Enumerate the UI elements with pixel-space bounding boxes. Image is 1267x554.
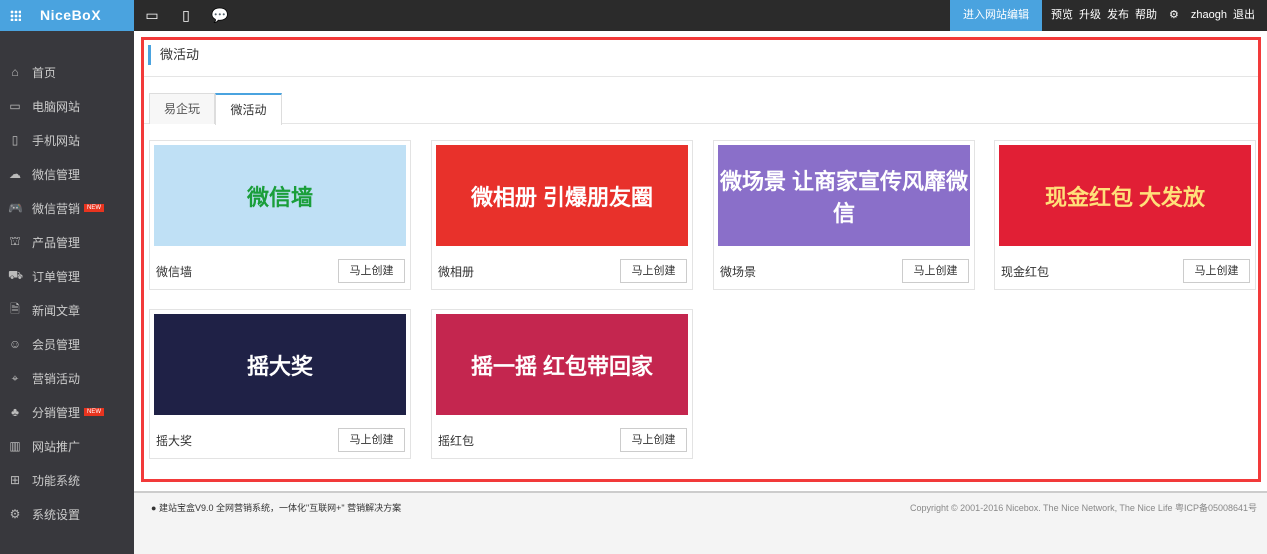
username[interactable]: zhaogh: [1191, 0, 1227, 31]
sidebar-item-icon: 🎮: [8, 201, 23, 215]
publish-link[interactable]: 发布: [1107, 0, 1129, 31]
divider: [144, 76, 1258, 77]
activity-banner[interactable]: 现金红包 大发放: [999, 145, 1251, 246]
sidebar-item-icon: ⛫: [9, 234, 21, 248]
activity-card: 微场景 让商家宣传风靡微信 微场景 马上创建: [713, 140, 975, 290]
sidebar-item[interactable]: ▯ 手机网站: [0, 126, 134, 154]
sidebar-item-icon: 🗎: [10, 301, 20, 316]
banner-title: 微场景 让商家宣传风靡微信: [719, 168, 969, 226]
copyright: Copyright © 2001-2016 Nicebox. The Nice …: [910, 503, 1257, 513]
activity-name: 摇大奖: [156, 434, 193, 448]
brand-name: NiceBoX: [40, 7, 102, 23]
banner-title: 摇大奖: [246, 353, 313, 379]
gear-icon[interactable]: ⚙: [1169, 0, 1179, 31]
top-bar: NiceBoX ▭ ▯ 💬 进入网站编辑 预览 升级 发布 帮助 ⚙ zhaog…: [0, 0, 1267, 31]
banner-title: 微信墙: [246, 184, 313, 210]
activity-banner[interactable]: 摇一摇 红包带回家: [436, 314, 688, 415]
sidebar-item-icon: ▥: [9, 439, 21, 453]
sidebar-item[interactable]: ⌂ 首页: [0, 58, 134, 86]
sidebar-item-icon: ⚙: [9, 507, 21, 521]
sidebar-item[interactable]: 🗎 新闻文章: [0, 296, 134, 324]
sidebar-item[interactable]: ⚙ 系统设置: [0, 500, 134, 528]
activity-banner[interactable]: 微场景 让商家宣传风靡微信: [718, 145, 970, 246]
sidebar-item-icon: ⌂: [11, 65, 19, 79]
page-title: 微活动: [148, 45, 199, 65]
sidebar-item[interactable]: ⌖ 营销活动: [0, 364, 134, 392]
sidebar-item-label: 产品管理: [32, 235, 81, 250]
sidebar-item-icon: ⌖: [11, 370, 19, 385]
create-now-button[interactable]: 马上创建: [338, 259, 405, 283]
sidebar-item-icon: ▯: [11, 133, 19, 147]
activity-card: 微信墙 微信墙 马上创建: [149, 140, 411, 290]
sidebar-item-label: 分销管理: [32, 405, 81, 420]
apps-grid-icon[interactable]: [10, 10, 21, 21]
sidebar-item-label: 首页: [32, 65, 57, 80]
sidebar-item[interactable]: ⊞ 功能系统: [0, 466, 134, 494]
sidebar-item-icon: ⊞: [9, 473, 21, 487]
sidebar-item-label: 营销活动: [32, 371, 81, 386]
create-now-button[interactable]: 马上创建: [620, 428, 687, 452]
sidebar-item-label: 微信营销: [32, 201, 81, 216]
activity-banner[interactable]: 摇大奖: [154, 314, 406, 415]
activity-name: 微信墙: [156, 265, 193, 279]
footer: ● 建站宝盒V9.0 全网营销系统，一体化"互联网+" 营销解决方案 Copyr…: [134, 491, 1267, 554]
activity-banner[interactable]: 微信墙: [154, 145, 406, 246]
activity-name: 现金红包: [1001, 265, 1050, 279]
sidebar-item-icon: ♣: [11, 405, 19, 419]
sidebar-item-label: 网站推广: [32, 439, 81, 454]
sidebar-item-label: 系统设置: [32, 507, 81, 522]
activity-card: 摇一摇 红包带回家 摇红包 马上创建: [431, 309, 693, 459]
help-link[interactable]: 帮助: [1135, 0, 1157, 31]
create-now-button[interactable]: 马上创建: [620, 259, 687, 283]
create-now-button[interactable]: 马上创建: [902, 259, 969, 283]
info-icon: ●: [151, 503, 157, 513]
sidebar-item-icon: ☁: [9, 167, 21, 181]
logout-link[interactable]: 退出: [1233, 0, 1255, 31]
upgrade-link[interactable]: 升级: [1079, 0, 1101, 31]
sidebar-item[interactable]: ▭ 电脑网站: [0, 92, 134, 120]
sidebar-item-icon: ⛟: [8, 268, 24, 282]
tab-yiqiwan[interactable]: 易企玩: [149, 93, 215, 124]
activity-card: 微相册 引爆朋友圈 微相册 马上创建: [431, 140, 693, 290]
activity-name: 微场景: [720, 265, 757, 279]
activity-card: 摇大奖 摇大奖 马上创建: [149, 309, 411, 459]
sidebar-item-icon: ☺: [8, 337, 22, 351]
logo[interactable]: NiceBoX: [0, 0, 134, 31]
sidebar-item[interactable]: ♣ 分销管理 NEW: [0, 398, 134, 426]
sidebar: ⌂ 首页 ▭ 电脑网站 ▯ 手机网站 ☁ 微信管理 🎮 微信营销 NEW ⛫ 产品管理 ⛟ 订单管理 🗎 新闻文…: [0, 31, 134, 554]
activity-card: 现金红包 大发放 现金红包 马上创建: [994, 140, 1256, 290]
activity-name: 微相册: [438, 265, 475, 279]
sidebar-item[interactable]: ▥ 网站推广: [0, 432, 134, 460]
new-badge: NEW: [84, 204, 105, 212]
activity-banner[interactable]: 微相册 引爆朋友圈: [436, 145, 688, 246]
create-now-button[interactable]: 马上创建: [1183, 259, 1250, 283]
sidebar-item-label: 手机网站: [32, 133, 81, 148]
footer-slogan: 建站宝盒V9.0 全网营销系统，一体化"互联网+" 营销解决方案: [158, 503, 402, 513]
sidebar-item-label: 订单管理: [32, 269, 81, 284]
sidebar-item-icon: ▭: [9, 99, 21, 113]
banner-title: 摇一摇 红包带回家: [470, 353, 654, 379]
sidebar-item-label: 电脑网站: [32, 99, 81, 114]
preview-link[interactable]: 预览: [1051, 0, 1073, 31]
sidebar-item-label: 微信管理: [32, 167, 81, 182]
activity-name: 摇红包: [438, 434, 475, 448]
sidebar-item[interactable]: ☁ 微信管理: [0, 160, 134, 188]
chat-icon[interactable]: 💬: [211, 7, 228, 23]
sidebar-item[interactable]: ⛟ 订单管理: [0, 262, 134, 290]
sidebar-item[interactable]: 🎮 微信营销 NEW: [0, 194, 134, 222]
tab-micro-activity[interactable]: 微活动: [215, 93, 282, 125]
new-badge: NEW: [84, 408, 105, 416]
sidebar-item[interactable]: ☺ 会员管理: [0, 330, 134, 358]
sidebar-item[interactable]: ⛫ 产品管理: [0, 228, 134, 256]
sidebar-item-label: 会员管理: [32, 337, 81, 352]
mobile-icon[interactable]: ▯: [178, 7, 194, 23]
sidebar-item-label: 新闻文章: [32, 303, 81, 318]
tab-divider: [144, 123, 1258, 124]
banner-title: 微相册 引爆朋友圈: [470, 184, 654, 210]
enter-site-editor-button[interactable]: 进入网站编辑: [950, 0, 1042, 31]
banner-title: 现金红包 大发放: [1044, 184, 1206, 210]
desktop-icon[interactable]: ▭: [144, 7, 160, 23]
sidebar-item-label: 功能系统: [32, 473, 81, 488]
create-now-button[interactable]: 马上创建: [338, 428, 405, 452]
